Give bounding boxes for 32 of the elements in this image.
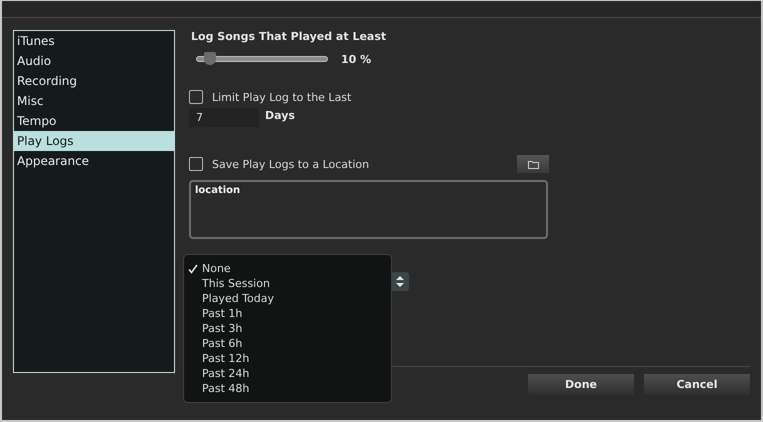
sidebar-item[interactable]: Misc [14, 91, 174, 111]
section-title: Log Songs That Played at Least [191, 30, 388, 44]
browse-button[interactable] [517, 155, 549, 173]
menu-item[interactable]: Past 12h [202, 352, 250, 365]
days-field[interactable]: 7 [189, 108, 259, 127]
checkbox-label: Save Play Logs to a Location [212, 158, 370, 170]
days-label: Days [265, 109, 295, 122]
menu-item[interactable]: This Session [202, 277, 270, 290]
slider-thumb[interactable] [204, 52, 216, 65]
dropdown-stepper[interactable] [391, 272, 409, 291]
checkbox[interactable] [189, 157, 203, 171]
sidebar-item[interactable]: Audio [14, 51, 174, 71]
percent-reading: 10 % [341, 52, 372, 66]
folder-icon [528, 160, 538, 168]
menu-item[interactable]: Past 3h [202, 322, 242, 335]
location-field[interactable]: location [189, 180, 548, 239]
sidebar-item[interactable]: Recording [14, 71, 174, 91]
dialog-button[interactable]: Cancel [644, 374, 750, 395]
sidebar-item[interactable]: Tempo [14, 111, 174, 131]
menu-item[interactable]: None [202, 262, 231, 275]
checkbox-label: Limit Play Log to the Last [212, 90, 352, 104]
sidebar-item[interactable]: iTunes [14, 31, 174, 51]
dialog-button[interactable]: Done [528, 374, 634, 395]
menu-item[interactable]: Past 48h [202, 382, 250, 395]
sidebar-item[interactable]: Play Logs [14, 131, 174, 151]
menu-item[interactable]: Past 24h [202, 367, 250, 380]
sidebar-item[interactable]: Appearance [14, 151, 174, 171]
menu-item[interactable]: Past 1h [202, 307, 242, 320]
menu-item[interactable]: Past 6h [202, 337, 242, 350]
checkbox[interactable] [189, 90, 203, 104]
up-down-arrows-icon [396, 276, 404, 287]
menu-item[interactable]: Played Today [202, 292, 274, 305]
